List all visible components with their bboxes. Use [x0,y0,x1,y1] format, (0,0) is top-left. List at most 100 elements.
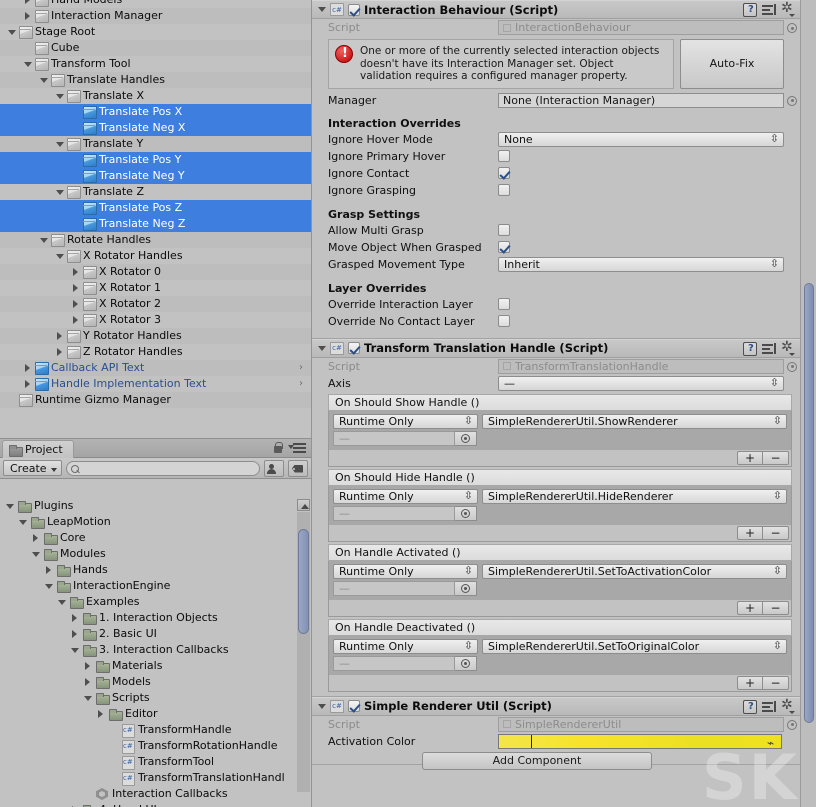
activation-color-field[interactable]: ⌁ [498,733,782,750]
collapse-triangle-icon[interactable] [318,345,326,351]
hierarchy-item[interactable]: Translate Neg X [0,120,311,136]
script-object-field[interactable]: InteractionBehaviour [498,20,797,35]
lock-icon[interactable] [273,442,283,454]
preset-icon[interactable] [762,3,776,17]
disclosure-triangle-icon[interactable] [54,248,66,264]
disclosure-triangle-icon[interactable] [82,690,94,706]
manager-object-field[interactable]: None (Interaction Manager) [498,92,797,108]
project-item[interactable]: 1. Interaction Objects [0,610,311,626]
project-item[interactable]: Core [0,530,311,546]
hierarchy-item[interactable]: Translate Pos Z [0,200,311,216]
disclosure-triangle-icon[interactable] [43,562,55,578]
disclosure-triangle-icon[interactable] [69,626,81,642]
hierarchy-item[interactable]: Translate X [0,88,311,104]
hierarchy-item[interactable]: X Rotator 3 [0,312,311,328]
project-item[interactable]: 2. Basic UI [0,626,311,642]
project-item[interactable]: Modules [0,546,311,562]
project-item[interactable]: 3. Interaction Callbacks [0,642,311,658]
hierarchy-item[interactable]: Translate Handles [0,72,311,88]
gear-icon[interactable] [781,697,795,714]
property-checkbox[interactable] [498,241,510,253]
prefab-open-chevron-icon[interactable]: › [299,363,305,373]
scroll-thumb[interactable] [298,529,309,634]
disclosure-triangle-icon[interactable] [22,376,34,392]
add-listener-button[interactable]: + [737,525,763,540]
remove-listener-button[interactable]: − [763,675,789,690]
project-item[interactable]: TransformTool [0,754,311,770]
add-component-button[interactable]: Add Component [422,751,652,770]
project-item[interactable]: LeapMotion [0,514,311,530]
disclosure-triangle-icon[interactable] [69,610,81,626]
property-checkbox[interactable] [498,224,510,236]
disclosure-triangle-icon[interactable] [43,578,55,594]
component-header[interactable]: c# Simple Renderer Util (Script) [312,696,800,716]
inspector-scroll-thumb[interactable] [804,283,814,723]
property-checkbox[interactable] [498,298,510,310]
hierarchy-item[interactable]: Hand Models [0,0,311,8]
help-icon[interactable] [743,341,757,356]
disclosure-triangle-icon[interactable] [22,360,34,376]
disclosure-triangle-icon[interactable] [54,328,66,344]
filter-by-label-icon[interactable] [288,459,308,477]
eyedropper-icon[interactable]: ⌁ [767,736,779,750]
hierarchy-item[interactable]: Translate Pos Y [0,152,311,168]
object-picker-icon[interactable] [787,719,797,730]
property-dropdown[interactable]: Inherit [498,256,784,272]
hierarchy-item[interactable]: Translate Y [0,136,311,152]
project-item[interactable]: Interaction Callbacks [0,786,311,802]
prefab-open-chevron-icon[interactable]: › [299,379,305,389]
object-picker-icon[interactable] [787,23,797,33]
help-icon[interactable] [743,699,757,714]
hierarchy-item[interactable]: Transform Tool [0,56,311,72]
hierarchy-item[interactable]: Interaction Manager [0,8,311,24]
hierarchy-item[interactable]: Callback API Text › [0,360,311,376]
panel-menu-icon[interactable] [288,443,306,454]
search-input[interactable] [65,460,260,476]
project-tree[interactable]: Plugins LeapMotion Core Modules Hands Interac… [0,498,311,807]
script-object-field[interactable]: SimpleRendererUtil [498,716,797,732]
hierarchy-item[interactable]: X Rotator 2 [0,296,311,312]
project-item[interactable]: InteractionEngine [0,578,311,594]
hierarchy-item[interactable]: Stage Root [0,24,311,40]
project-item[interactable]: TransformTranslationHandl [0,770,311,786]
inspector-scrollbar[interactable] [800,0,816,807]
property-checkbox[interactable] [498,150,510,162]
event-mode-dropdown[interactable]: Runtime Only [333,488,478,504]
disclosure-triangle-icon[interactable] [54,88,66,104]
collapse-triangle-icon[interactable] [318,703,326,709]
hierarchy-item[interactable]: Z Rotator Handles [0,344,311,360]
help-icon[interactable] [743,3,757,17]
hierarchy-item[interactable]: Translate Z [0,184,311,200]
object-picker-button[interactable] [455,655,477,671]
event-mode-dropdown[interactable]: Runtime Only [333,563,478,579]
add-listener-button[interactable]: + [737,600,763,615]
component-header[interactable]: c# Interaction Behaviour (Script) [312,0,800,19]
event-function-dropdown[interactable]: SimpleRendererUtil.SetToOriginalColor [482,638,787,654]
event-function-dropdown[interactable]: SimpleRendererUtil.ShowRenderer [482,413,787,429]
scroll-up-button[interactable] [297,499,310,511]
hierarchy-item[interactable]: Translate Pos X [0,104,311,120]
gear-icon[interactable] [781,0,795,17]
project-item[interactable]: Materials [0,658,311,674]
event-mode-dropdown[interactable]: Runtime Only [333,413,478,429]
disclosure-triangle-icon[interactable] [4,498,16,514]
property-dropdown[interactable]: None [498,131,784,147]
project-item[interactable]: Models [0,674,311,690]
project-item[interactable]: 4. Hand UI [0,802,311,807]
project-item[interactable]: TransformHandle [0,722,311,738]
disclosure-triangle-icon[interactable] [70,312,82,328]
event-mode-dropdown[interactable]: Runtime Only [333,638,478,654]
hierarchy-item[interactable]: Translate Neg Y [0,168,311,184]
disclosure-triangle-icon[interactable] [70,296,82,312]
disclosure-triangle-icon[interactable] [82,658,94,674]
disclosure-triangle-icon[interactable] [82,674,94,690]
component-enabled-checkbox[interactable] [348,700,360,712]
disclosure-triangle-icon[interactable] [22,8,34,24]
disclosure-triangle-icon[interactable] [70,264,82,280]
hierarchy-item[interactable]: Handle Implementation Text › [0,376,311,392]
disclosure-triangle-icon[interactable] [17,514,29,530]
property-checkbox[interactable] [498,184,510,196]
disclosure-triangle-icon[interactable] [54,184,66,200]
preset-icon[interactable] [762,700,776,714]
project-scrollbar[interactable] [297,499,310,805]
